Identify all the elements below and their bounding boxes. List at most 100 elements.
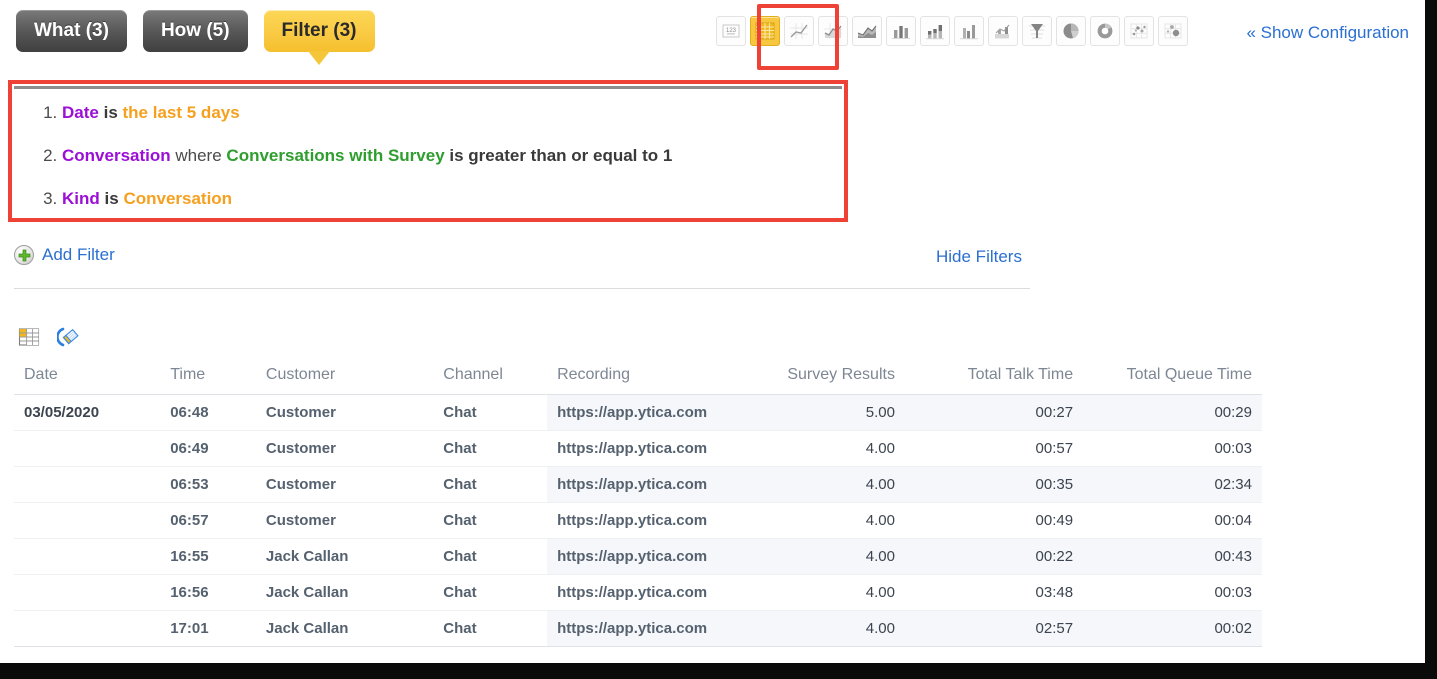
filter-operator: is xyxy=(104,189,119,208)
cell-customer: Customer xyxy=(255,502,434,539)
table-row[interactable]: 16:56 Jack Callan Chat https://app.ytica… xyxy=(14,574,1262,611)
cell-time: 06:53 xyxy=(160,466,256,503)
add-filter-label: Add Filter xyxy=(42,245,115,264)
table-body: 03/05/2020 06:48 Customer Chat https://a… xyxy=(14,394,1262,647)
show-configuration-link[interactable]: « Show Configuration xyxy=(1246,23,1409,43)
cell-total-queue-time: 02:34 xyxy=(1083,466,1262,503)
report-builder-page: What (3) How (5) Filter (3) 123 « Show C… xyxy=(0,0,1437,679)
filter-metric: Conversations with Survey xyxy=(226,146,445,165)
column-header-time[interactable]: Time xyxy=(160,362,256,395)
cell-channel: Chat xyxy=(433,430,548,467)
table-row[interactable]: 03/05/2020 06:48 Customer Chat https://a… xyxy=(14,394,1262,431)
filter-actions-row: Add Filter Hide Filters xyxy=(14,245,1030,290)
column-header-total-queue-time[interactable]: Total Queue Time xyxy=(1083,362,1262,395)
cell-survey-results: 4.00 xyxy=(726,502,905,539)
pie-chart-icon[interactable] xyxy=(1056,16,1086,46)
cell-time: 06:57 xyxy=(160,502,256,539)
filter-item-date[interactable]: Date is the last 5 days xyxy=(62,103,842,123)
cell-date xyxy=(14,610,161,647)
hide-filters-link[interactable]: Hide Filters xyxy=(936,247,1022,267)
cell-recording[interactable]: https://app.ytica.com xyxy=(547,538,727,575)
filter-connector: where xyxy=(175,146,222,165)
cell-total-queue-time: 00:03 xyxy=(1083,430,1262,467)
cell-time: 16:56 xyxy=(160,574,256,611)
cell-total-queue-time: 00:02 xyxy=(1083,610,1262,647)
column-header-recording[interactable]: Recording xyxy=(547,362,727,395)
table-row[interactable]: 06:53 Customer Chat https://app.ytica.co… xyxy=(14,466,1262,503)
section-divider xyxy=(14,288,1030,289)
cell-recording[interactable]: https://app.ytica.com xyxy=(547,394,727,431)
funnel-chart-icon[interactable] xyxy=(1022,16,1052,46)
line-chart-icon[interactable] xyxy=(784,16,814,46)
cell-total-queue-time: 00:03 xyxy=(1083,574,1262,611)
cell-customer: Jack Callan xyxy=(255,538,434,575)
cell-channel: Chat xyxy=(433,394,548,431)
table-toolbar xyxy=(16,324,82,350)
add-filter-button[interactable]: Add Filter xyxy=(14,245,115,265)
results-table: Date Time Customer Channel Recording Sur… xyxy=(14,362,1262,647)
tab-how[interactable]: How (5) xyxy=(142,10,248,52)
cell-time: 06:48 xyxy=(160,394,256,431)
filter-condition: is greater than or equal to 1 xyxy=(449,146,673,165)
filter-attribute: Conversation xyxy=(62,146,171,165)
column-header-channel[interactable]: Channel xyxy=(433,362,548,395)
cell-survey-results: 4.00 xyxy=(726,466,905,503)
filter-list: Date is the last 5 days Conversation whe… xyxy=(14,89,842,209)
filter-item-kind[interactable]: Kind is Conversation xyxy=(62,189,842,209)
column-header-total-talk-time[interactable]: Total Talk Time xyxy=(904,362,1084,395)
tab-what[interactable]: What (3) xyxy=(16,10,127,52)
cell-time: 06:49 xyxy=(160,430,256,467)
cell-survey-results: 5.00 xyxy=(726,394,905,431)
cell-time: 17:01 xyxy=(160,610,256,647)
cell-recording[interactable]: https://app.ytica.com xyxy=(547,610,727,647)
filter-item-conversation[interactable]: Conversation where Conversations with Su… xyxy=(62,146,842,166)
table-row[interactable]: 06:49 Customer Chat https://app.ytica.co… xyxy=(14,430,1262,467)
filter-operator: is xyxy=(103,103,118,122)
stacked-area-chart-icon[interactable] xyxy=(852,16,882,46)
filter-summary-annotation-box: Date is the last 5 days Conversation whe… xyxy=(8,80,848,222)
table-row[interactable]: 16:55 Jack Callan Chat https://app.ytica… xyxy=(14,538,1262,575)
cell-recording[interactable]: https://app.ytica.com xyxy=(547,466,727,503)
top-toolbar: What (3) How (5) Filter (3) 123 « Show C… xyxy=(0,0,1425,70)
cell-customer: Customer xyxy=(255,466,434,503)
cell-customer: Jack Callan xyxy=(255,610,434,647)
filter-attribute: Kind xyxy=(62,189,100,208)
table-row[interactable]: 17:01 Jack Callan Chat https://app.ytica… xyxy=(14,610,1262,647)
tab-filter[interactable]: Filter (3) xyxy=(263,10,375,65)
scatter-plot-icon[interactable] xyxy=(1124,16,1154,46)
column-chart-icon[interactable] xyxy=(954,16,984,46)
cell-date xyxy=(14,502,161,539)
column-header-customer[interactable]: Customer xyxy=(255,362,434,395)
filter-summary-panel: Date is the last 5 days Conversation whe… xyxy=(14,86,842,216)
cell-total-talk-time: 00:49 xyxy=(904,502,1084,539)
cell-total-talk-time: 00:27 xyxy=(904,394,1084,431)
filter-attribute: Date xyxy=(62,103,99,122)
bubble-chart-icon[interactable] xyxy=(1158,16,1188,46)
cell-recording[interactable]: https://app.ytica.com xyxy=(547,430,727,467)
cell-date xyxy=(14,466,161,503)
cell-survey-results: 4.00 xyxy=(726,430,905,467)
table-row[interactable]: 06:57 Customer Chat https://app.ytica.co… xyxy=(14,502,1262,539)
table-settings-icon[interactable] xyxy=(16,324,42,350)
table-icon[interactable] xyxy=(750,16,780,46)
cell-survey-results: 4.00 xyxy=(726,574,905,611)
cell-total-talk-time: 03:48 xyxy=(904,574,1084,611)
donut-chart-icon[interactable] xyxy=(1090,16,1120,46)
cell-channel: Chat xyxy=(433,574,548,611)
cell-survey-results: 4.00 xyxy=(726,538,905,575)
cell-channel: Chat xyxy=(433,502,548,539)
bar-chart-icon[interactable] xyxy=(886,16,916,46)
cell-recording[interactable]: https://app.ytica.com xyxy=(547,574,727,611)
cell-total-talk-time: 02:57 xyxy=(904,610,1084,647)
column-header-date[interactable]: Date xyxy=(14,362,161,395)
cell-date xyxy=(14,574,161,611)
report-section-tabs: What (3) How (5) Filter (3) xyxy=(16,10,375,65)
stacked-bar-chart-icon[interactable] xyxy=(920,16,950,46)
column-header-survey-results[interactable]: Survey Results xyxy=(726,362,905,395)
visualization-type-strip: 123 xyxy=(716,16,1188,46)
area-line-chart-icon[interactable] xyxy=(818,16,848,46)
combo-chart-icon[interactable] xyxy=(988,16,1018,46)
clear-formatting-icon[interactable] xyxy=(56,324,82,350)
headline-number-icon[interactable]: 123 xyxy=(716,16,746,46)
cell-recording[interactable]: https://app.ytica.com xyxy=(547,502,727,539)
